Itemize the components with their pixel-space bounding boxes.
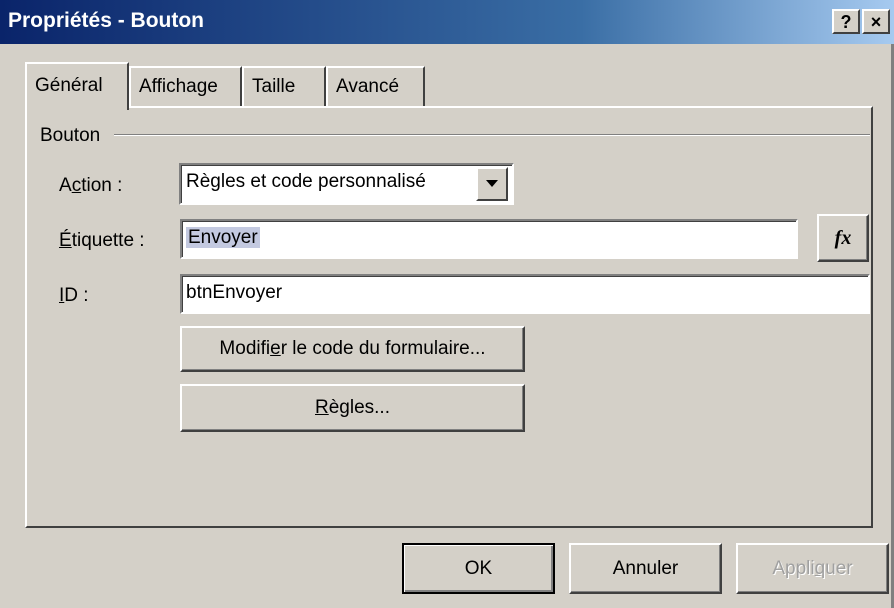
id-input-value: btnEnvoyer [186, 282, 283, 303]
tab-size[interactable]: Taille [242, 66, 326, 106]
cancel-button[interactable]: Annuler [569, 543, 722, 594]
tab-display-label: Affichage [139, 76, 218, 97]
tab-general-label: Général [35, 75, 103, 96]
tab-general[interactable]: Général [25, 62, 129, 110]
group-label: Bouton [40, 125, 103, 147]
function-icon: fx [834, 226, 852, 249]
id-input[interactable]: btnEnvoyer [180, 274, 870, 314]
caption-label: Étiquette : [59, 230, 145, 251]
apply-button[interactable]: Appli q uer [736, 543, 889, 594]
tab-advanced[interactable]: Avancé [326, 66, 425, 106]
dropdown-button[interactable] [476, 167, 508, 201]
action-select[interactable]: Règles et code personnalisé [179, 163, 514, 205]
formula-button[interactable]: fx [817, 214, 869, 262]
action-select-value: Règles et code personnalisé [186, 171, 426, 192]
close-icon: × [870, 11, 882, 32]
tab-display[interactable]: Affichage [129, 66, 242, 106]
ok-button[interactable]: OK [402, 543, 555, 594]
id-label: ID : [59, 285, 89, 306]
window-title: Propriétés - Bouton [8, 9, 205, 32]
edit-form-code-button[interactable]: Modifi e r le code du formulaire... [180, 326, 525, 372]
caption-input-value: Envoyer [186, 227, 260, 248]
close-button[interactable]: × [862, 9, 890, 34]
help-button[interactable]: ? [832, 9, 860, 34]
tab-advanced-label: Avancé [336, 76, 400, 97]
chevron-down-icon [486, 180, 498, 187]
action-label: Action : [59, 175, 123, 196]
caption-input[interactable]: Envoyer [180, 219, 798, 259]
tab-size-label: Taille [252, 76, 296, 97]
rules-button[interactable]: Règles... [180, 384, 525, 432]
group-divider [114, 134, 870, 136]
